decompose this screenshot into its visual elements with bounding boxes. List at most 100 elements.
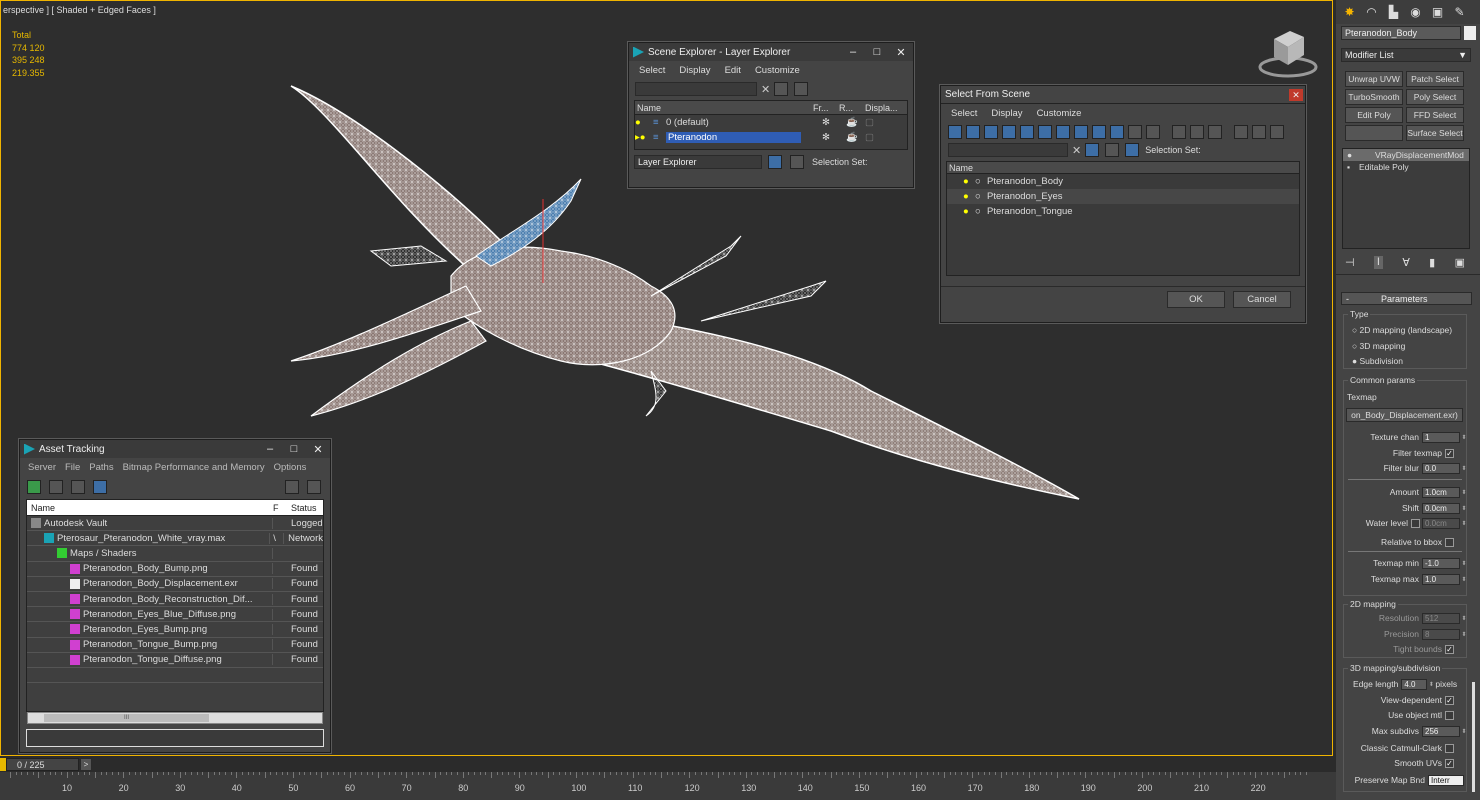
column-full-path[interactable]: F [273, 503, 287, 513]
bones-filter-icon[interactable] [1092, 125, 1106, 139]
asset-row[interactable]: Pteranodon_Eyes_Bump.png Found [27, 622, 323, 638]
column-name[interactable]: Name [27, 503, 273, 513]
menu-paths[interactable]: Paths [89, 462, 113, 473]
shapes-filter-icon[interactable] [966, 125, 980, 139]
asset-tracking-titlebar[interactable]: Asset Tracking – □ ✕ [20, 440, 330, 458]
lightbulb-icon[interactable]: ● [635, 117, 653, 128]
maximize-icon[interactable]: □ [282, 443, 306, 456]
spinner-arrows-icon[interactable]: ⬍ [1460, 434, 1468, 441]
thumbnail-view-icon[interactable] [71, 480, 85, 494]
asset-row[interactable]: Autodesk Vault Logged [27, 516, 323, 532]
horizontal-scrollbar[interactable]: III [27, 712, 323, 724]
spinner-arrows-icon[interactable]: ⬍ [1460, 560, 1468, 567]
time-slider[interactable]: 0 / 225 [6, 758, 79, 771]
modifier-button-unwrap-uvw[interactable]: Unwrap UVW [1345, 71, 1403, 87]
sort-icon[interactable] [1270, 125, 1284, 139]
stack-item-editable-poly[interactable]: ▪ Editable Poly [1343, 161, 1469, 173]
shift-spinner[interactable]: 0.0cm [1422, 502, 1460, 514]
lightbulb-icon[interactable]: ● [963, 176, 975, 187]
spinner-arrows-icon[interactable]: ⬍ [1460, 576, 1468, 583]
menu-display[interactable]: Display [679, 65, 710, 76]
menu-file[interactable]: File [65, 462, 80, 473]
menu-select[interactable]: Select [951, 108, 977, 119]
lightbulb-icon[interactable]: ● [963, 206, 975, 217]
configure-sets-icon[interactable]: ▣ [1455, 256, 1465, 269]
spinner-arrows-icon[interactable]: ⬍ [1460, 631, 1468, 638]
scene-explorer-titlebar[interactable]: Scene Explorer - Layer Explorer – □ ✕ [629, 43, 913, 61]
motion-tab-icon[interactable]: ◉ [1406, 3, 1425, 21]
frozen-filter-icon[interactable] [1128, 125, 1142, 139]
object-row[interactable]: ● ○ Pteranodon_Eyes [947, 189, 1299, 204]
menu-customize[interactable]: Customize [755, 65, 800, 76]
display-tab-icon[interactable]: ▣ [1428, 3, 1447, 21]
lights-filter-icon[interactable] [984, 125, 998, 139]
clear-search-icon[interactable]: ✕ [761, 83, 770, 96]
spinner-arrows-icon[interactable]: ⬍ [1460, 728, 1468, 735]
menu-edit[interactable]: Edit [725, 65, 741, 76]
water-level-spinner[interactable]: 0.0cm [1422, 517, 1460, 529]
lightbulb-icon[interactable]: ● [963, 191, 975, 202]
refresh-icon[interactable] [27, 480, 41, 494]
menu-display[interactable]: Display [991, 108, 1022, 119]
close-icon[interactable]: ✕ [889, 46, 913, 59]
spacewarps-filter-icon[interactable] [1038, 125, 1052, 139]
asset-row[interactable]: Pteranodon_Body_Reconstruction_Dif... Fou… [27, 592, 323, 608]
amount-spinner[interactable]: 1.0cm [1422, 486, 1460, 498]
expand-icon[interactable]: ▪ [1347, 162, 1359, 172]
menu-select[interactable]: Select [639, 65, 665, 76]
layer-row[interactable]: ● ≡ 0 (default) ✻ ☕ ▢ [635, 115, 907, 130]
dialog-titlebar[interactable]: Select From Scene ✕ [941, 86, 1305, 104]
asset-path-field[interactable] [26, 729, 324, 747]
column-render[interactable]: R... [839, 103, 865, 113]
cancel-button[interactable]: Cancel [1233, 291, 1291, 308]
texmap-button[interactable]: on_Body_Displacement.exr) [1346, 408, 1463, 422]
settings-icon[interactable] [307, 480, 321, 494]
close-icon[interactable]: ✕ [1289, 88, 1303, 101]
filter-funnel-icon[interactable] [1234, 125, 1248, 139]
next-frame-button[interactable]: > [80, 758, 92, 771]
column-name[interactable]: Name [947, 163, 973, 173]
scene-explorer-window[interactable]: Scene Explorer - Layer Explorer – □ ✕ Sele… [628, 42, 914, 188]
clear-search-icon[interactable]: ✕ [1072, 144, 1081, 157]
radio-2d-mapping[interactable]: ○ 2D mapping (landscape) [1352, 323, 1452, 339]
display-box-icon[interactable]: ▢ [865, 132, 874, 143]
table-view-icon[interactable] [93, 480, 107, 494]
layers-mode-icon[interactable] [768, 155, 782, 169]
parameters-rollout-header[interactable]: - Parameters [1341, 292, 1472, 305]
spinner-arrows-icon[interactable]: ⬍ [1460, 520, 1468, 527]
column-name[interactable]: Name [635, 103, 813, 113]
display-box-icon[interactable]: ▢ [865, 117, 874, 128]
ok-button[interactable]: OK [1167, 291, 1225, 308]
list-view-icon[interactable] [49, 480, 63, 494]
spinner-arrows-icon[interactable]: ⬍ [1460, 505, 1468, 512]
preserve-map-bnd-dropdown[interactable]: Interr [1428, 774, 1464, 786]
helpers-filter-icon[interactable] [1020, 125, 1034, 139]
menu-options[interactable]: Options [274, 462, 307, 473]
modify-tab-icon[interactable]: ◠ [1362, 3, 1381, 21]
classic-catmull-clark-checkbox[interactable] [1445, 743, 1454, 753]
spinner-arrows-icon[interactable]: ⬍ [1427, 681, 1435, 688]
radio-subdivision[interactable]: ● Subdivision [1352, 354, 1452, 370]
tight-bounds-checkbox[interactable]: ✓ [1445, 644, 1454, 654]
resolution-spinner[interactable]: 512 [1422, 612, 1460, 624]
minimize-icon[interactable]: – [841, 46, 865, 59]
asset-row[interactable]: Pterosaur_Pteranodon_White_vray.max \ Netw… [27, 531, 323, 547]
column-freeze[interactable]: Fr... [813, 103, 839, 113]
search-input[interactable] [948, 143, 1068, 157]
spinner-arrows-icon[interactable]: ⬍ [1460, 465, 1468, 472]
panel-scrollbar[interactable] [1472, 682, 1475, 792]
containers-filter-icon[interactable] [1110, 125, 1124, 139]
modifier-button-turbosmooth[interactable]: TurboSmooth [1345, 89, 1403, 105]
time-ruler[interactable]: 10 20 30 40 50 60 70 80 90 100 110 120 130 140 150 160 1… [0, 772, 1336, 800]
radio-3d-mapping[interactable]: ○ 3D mapping [1352, 339, 1452, 355]
groups-filter-icon[interactable] [1056, 125, 1070, 139]
find-icon[interactable] [774, 82, 789, 96]
object-name-input[interactable]: Pteranodon_Body [1341, 26, 1461, 40]
viewport-label[interactable]: erspective ] [ Shaded + Edged Faces ] [3, 5, 156, 15]
remove-modifier-icon[interactable]: ▮ [1429, 256, 1435, 269]
geometry-filter-icon[interactable] [948, 125, 962, 139]
spinner-arrows-icon[interactable]: ⬍ [1460, 489, 1468, 496]
asset-row[interactable]: Pteranodon_Tongue_Diffuse.png Found [27, 653, 323, 668]
freeze-icon[interactable]: ✻ [813, 117, 839, 128]
modifier-button-surface-select[interactable]: Surface Select [1406, 125, 1464, 141]
